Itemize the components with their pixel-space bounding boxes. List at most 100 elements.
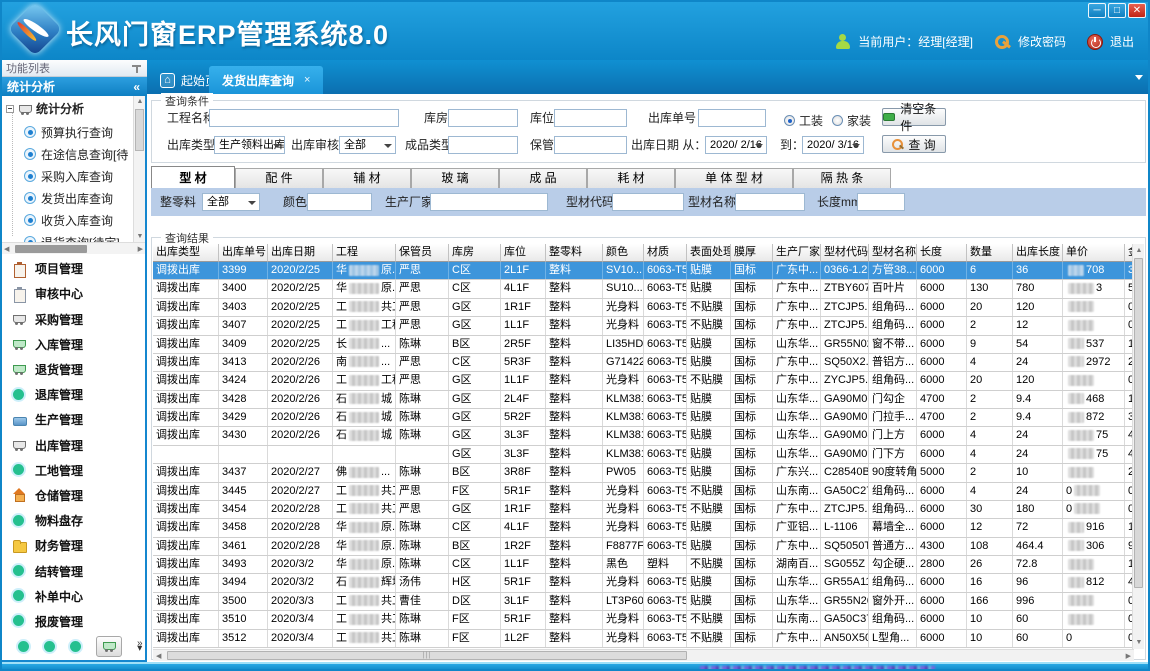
table-row[interactable]: 调拨出库34542020/2/28工共工程严思G区1R1F整料光身料6063-T… xyxy=(153,501,1134,519)
tree-expander-icon[interactable] xyxy=(6,105,14,113)
table-row[interactable]: 调拨出库34372020/2/27佛...陈琳B区3R8F整料PW056063-… xyxy=(153,464,1134,482)
whole-part-select[interactable]: 全部 xyxy=(202,193,260,211)
table-row[interactable]: 调拨出库33992020/2/25华原...严思C区2L1F整料SV10...6… xyxy=(153,262,1134,280)
table-row[interactable]: 调拨出库34582020/2/28华原...陈琳C区4L1F整料光身料6063-… xyxy=(153,519,1134,537)
column-header[interactable]: 整零料 xyxy=(546,244,603,262)
scroll-up-icon[interactable]: ▲ xyxy=(1136,247,1143,254)
scrollbar-thumb[interactable] xyxy=(15,245,87,253)
menu-item-2[interactable]: 采购管理 xyxy=(2,306,145,331)
column-header[interactable]: 库房 xyxy=(449,244,501,262)
tree-root-node[interactable]: 统计分析 xyxy=(6,100,84,117)
profile-name-input[interactable] xyxy=(735,193,805,211)
date-from-picker[interactable]: 2020/ 2/16 xyxy=(705,136,767,154)
scroll-left-icon[interactable]: ◀ xyxy=(4,245,9,253)
length-input[interactable] xyxy=(857,193,905,211)
material-tab-1[interactable]: 配 件 xyxy=(235,168,323,188)
order-no-input[interactable] xyxy=(698,109,766,127)
menu-item-6[interactable]: 生产管理 xyxy=(2,407,145,432)
material-tab-4[interactable]: 成 品 xyxy=(499,168,587,188)
radio-gongzhuang[interactable]: 工装 xyxy=(784,112,823,129)
material-tab-2[interactable]: 辅 材 xyxy=(323,168,411,188)
table-row[interactable]: 调拨出库34032020/2/25工共工程严思G区1R1F整料光身料6063-T… xyxy=(153,299,1134,317)
table-vertical-scrollbar[interactable]: ▲ ▼ xyxy=(1132,244,1144,649)
scroll-down-icon[interactable]: ▼ xyxy=(137,233,144,240)
tree-item-1[interactable]: 在途信息查询[待 xyxy=(24,144,128,164)
table-row[interactable]: 调拨出库34932020/3/2华原...陈琳C区1L1F整料黑色塑料不贴膜国标… xyxy=(153,556,1134,574)
profile-code-input[interactable] xyxy=(612,193,684,211)
material-tab-7[interactable]: 隔 热 条 xyxy=(793,168,891,188)
column-header[interactable]: 出库长度 xyxy=(1013,244,1063,262)
column-header[interactable]: 颜色 xyxy=(603,244,644,262)
table-row[interactable]: 调拨出库34942020/3/2石辉城汤伟H区5R1F整料光身料6063-T5贴… xyxy=(153,574,1134,592)
table-row[interactable]: 调拨出库34452020/2/27工共工程严思F区5R1F整料光身料6063-T… xyxy=(153,483,1134,501)
search-button[interactable]: 查 询 xyxy=(882,135,946,153)
column-header[interactable]: 单价 xyxy=(1063,244,1125,262)
tab-close-icon[interactable]: × xyxy=(304,74,310,86)
material-tab-3[interactable]: 玻 璃 xyxy=(411,168,499,188)
circle-icon[interactable] xyxy=(70,641,81,652)
table-row[interactable]: 调拨出库34302020/2/26石城陈琳G区3L3F整料KLM38176063… xyxy=(153,427,1134,445)
maximize-button[interactable]: □ xyxy=(1108,3,1126,18)
column-header[interactable]: 数量 xyxy=(967,244,1013,262)
tree-item-0[interactable]: 预算执行查询 xyxy=(24,122,113,142)
menu-item-12[interactable]: 结转管理 xyxy=(2,558,145,583)
circle-icon[interactable] xyxy=(18,641,29,652)
material-tab-5[interactable]: 耗 材 xyxy=(587,168,675,188)
color-input[interactable] xyxy=(307,193,372,211)
table-row[interactable]: G区3L3F整料KLM38176063-T5贴膜国标山东华...GA90M09.… xyxy=(153,446,1134,464)
column-header[interactable]: 出库单号 xyxy=(219,244,268,262)
column-header[interactable]: 出库日期 xyxy=(268,244,333,262)
manufacturer-input[interactable] xyxy=(430,193,548,211)
circle-icon[interactable] xyxy=(44,641,55,652)
table-row[interactable]: 调拨出库34282020/2/26石城陈琳G区2L4F整料KLM38176063… xyxy=(153,391,1134,409)
audit-select[interactable]: 全部 xyxy=(339,136,396,154)
radio-jiazhuang[interactable]: 家装 xyxy=(832,112,871,129)
stat-analysis-header[interactable]: 统计分析 « xyxy=(0,77,147,96)
table-row[interactable]: 调拨出库34092020/2/25长...陈琳B区2R5F整料LI35HD606… xyxy=(153,336,1134,354)
column-header[interactable]: 保管员 xyxy=(396,244,449,262)
scrollbar-thumb[interactable]: ||| xyxy=(167,651,687,660)
menu-item-4[interactable]: 退货管理 xyxy=(2,357,145,382)
menu-item-9[interactable]: 仓储管理 xyxy=(2,483,145,508)
close-button[interactable]: ✕ xyxy=(1128,3,1146,18)
table-row[interactable]: 调拨出库34612020/2/28华原...陈琳B区1R2F整料F8877FT6… xyxy=(153,538,1134,556)
date-to-picker[interactable]: 2020/ 3/16 xyxy=(802,136,864,154)
project-name-input[interactable] xyxy=(209,109,399,127)
column-header[interactable]: 工程 xyxy=(333,244,396,262)
tree-horizontal-scrollbar[interactable]: ◀ ▶ xyxy=(2,242,145,254)
table-row[interactable]: 调拨出库35122020/3/4工共工程陈琳F区1L2F整料光身料6063-T5… xyxy=(153,630,1134,648)
scroll-right-icon[interactable]: ▶ xyxy=(138,245,143,253)
location-input[interactable] xyxy=(554,109,627,127)
change-password-button[interactable]: 修改密码 xyxy=(1018,33,1066,50)
cart-button[interactable] xyxy=(96,636,122,657)
scroll-left-icon[interactable]: ◀ xyxy=(156,652,161,660)
tree-item-4[interactable]: 收货入库查询 xyxy=(24,210,113,230)
table-row[interactable]: 调拨出库34292020/2/26石城陈琳G区5R2F整料KLM38176063… xyxy=(153,409,1134,427)
table-row[interactable]: 调拨出库34132020/2/26南...严思C区5R3F整料G71422606… xyxy=(153,354,1134,372)
scroll-down-icon[interactable]: ▼ xyxy=(1136,639,1143,646)
menu-item-14[interactable]: 报废管理 xyxy=(2,609,145,634)
warehouse-input[interactable] xyxy=(448,109,518,127)
menu-item-10[interactable]: 物料盘存 xyxy=(2,508,145,533)
column-header[interactable]: 表面处理 xyxy=(687,244,731,262)
out-type-select[interactable]: 生产领料出库 xyxy=(214,136,285,154)
minimize-button[interactable]: ─ xyxy=(1088,3,1106,18)
collapse-icon[interactable]: « xyxy=(133,80,140,94)
tree-item-3[interactable]: 发货出库查询 xyxy=(24,188,113,208)
scrollbar-thumb[interactable] xyxy=(1134,258,1143,588)
scroll-up-icon[interactable]: ▲ xyxy=(137,98,144,105)
scroll-right-icon[interactable]: ▶ xyxy=(1126,652,1131,660)
menu-item-13[interactable]: 补单中心 xyxy=(2,584,145,609)
tree-item-2[interactable]: 采购入库查询 xyxy=(24,166,113,186)
clear-conditions-button[interactable]: 清空条件 xyxy=(882,108,946,126)
column-header[interactable]: 长度 xyxy=(917,244,967,262)
menu-item-0[interactable]: 项目管理 xyxy=(2,256,145,281)
menu-item-3[interactable]: 入库管理 xyxy=(2,332,145,357)
tab-shipment-query[interactable]: 发货出库查询 × xyxy=(209,66,323,94)
menu-item-11[interactable]: 财务管理 xyxy=(2,533,145,558)
tree-vertical-scrollbar[interactable]: ▲ ▼ xyxy=(133,96,145,242)
column-header[interactable]: 型材代码 xyxy=(821,244,869,262)
column-header[interactable]: 型材名称 xyxy=(869,244,917,262)
product-type-input[interactable] xyxy=(448,136,518,154)
logout-button[interactable]: 退出 xyxy=(1110,33,1134,50)
